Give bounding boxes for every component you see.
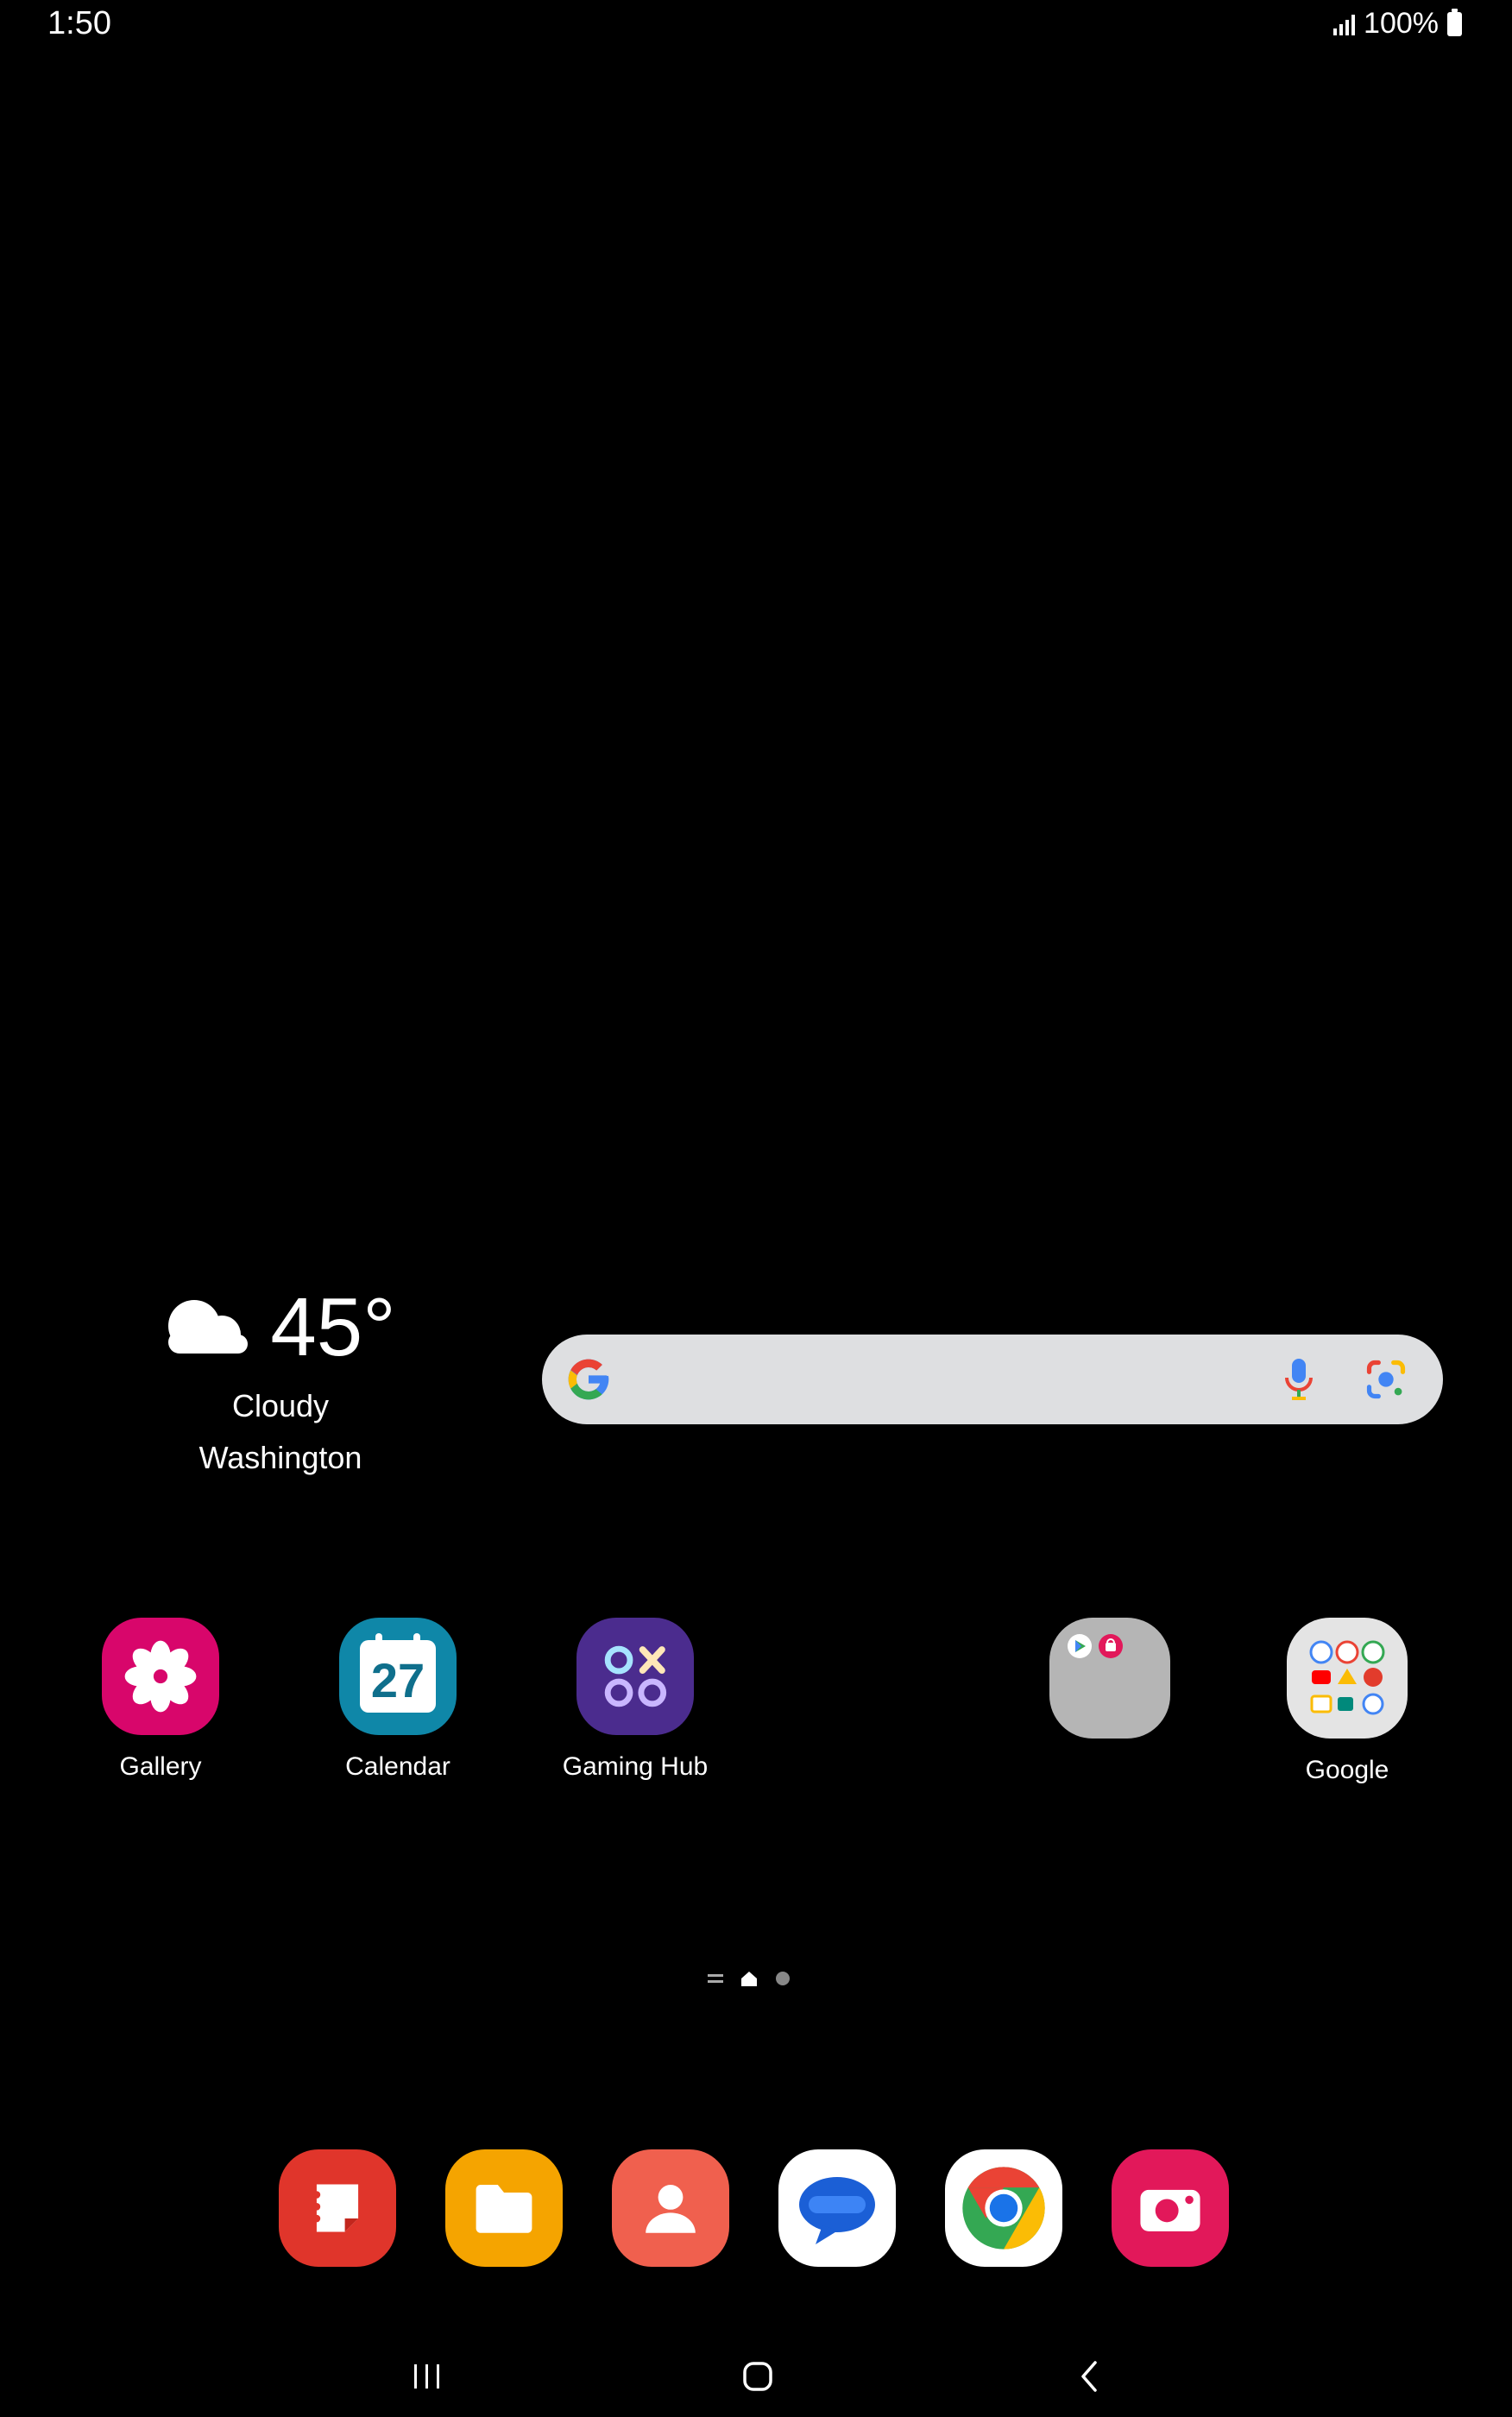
- home-button[interactable]: [723, 2346, 792, 2407]
- camera-icon: [1140, 2189, 1200, 2231]
- app-label: Gaming Hub: [562, 1752, 709, 1781]
- dock-camera[interactable]: [1112, 2149, 1229, 2267]
- weather-widget[interactable]: 45° Cloudy Washington: [129, 1286, 432, 1476]
- weather-condition: Cloudy: [231, 1388, 330, 1423]
- dock-messages[interactable]: [778, 2149, 896, 2267]
- my-files-icon: [476, 2185, 532, 2233]
- page-indicator[interactable]: [708, 1970, 791, 1987]
- gaming-hub-icon: [576, 1618, 694, 1735]
- battery-icon: [1447, 8, 1462, 36]
- messages-icon: [799, 2177, 875, 2244]
- galaxy-store-icon: [1099, 1634, 1123, 1658]
- recent-apps-icon: [414, 2364, 439, 2389]
- app-label: Google: [1305, 1756, 1389, 1784]
- contacts-icon: [646, 2185, 696, 2233]
- folder-icon: [1049, 1618, 1170, 1739]
- gallery-icon: [102, 1618, 219, 1735]
- app-label: Calendar: [345, 1752, 450, 1781]
- microphone-icon[interactable]: [1277, 1355, 1320, 1404]
- weather-temperature: 45°: [270, 1281, 396, 1373]
- samsung-notes-icon: [312, 2184, 359, 2232]
- home-page-icon[interactable]: [740, 1970, 758, 1987]
- menu-page-icon[interactable]: [708, 1972, 723, 1985]
- home-icon: [743, 2362, 772, 2391]
- dock-samsung-notes[interactable]: [279, 2149, 396, 2267]
- app-gallery[interactable]: Gallery: [57, 1618, 264, 1782]
- status-indicators: 100%: [1333, 7, 1462, 41]
- app-google-folder[interactable]: Google: [1244, 1618, 1451, 1785]
- app-calendar[interactable]: 27 Calendar: [294, 1618, 501, 1782]
- dock-chrome[interactable]: [945, 2149, 1062, 2267]
- status-time: 1:50: [47, 5, 111, 41]
- google-folder-icon: [1287, 1618, 1408, 1739]
- back-icon: [1081, 2361, 1097, 2392]
- google-lens-icon[interactable]: [1364, 1357, 1408, 1402]
- calendar-date: 27: [370, 1652, 425, 1707]
- play-store-icon: [1068, 1634, 1092, 1658]
- signal-icon: [1333, 13, 1356, 35]
- recent-apps-button[interactable]: [393, 2346, 462, 2407]
- google-search-bar[interactable]: [542, 1335, 1443, 1424]
- back-button[interactable]: [1055, 2346, 1124, 2407]
- calendar-icon: 27: [339, 1618, 457, 1735]
- google-logo-icon: [568, 1359, 609, 1400]
- battery-percent: 100%: [1364, 7, 1439, 40]
- app-folder[interactable]: [1006, 1618, 1213, 1756]
- page-dot-icon[interactable]: [775, 1971, 791, 1986]
- app-label: Gallery: [119, 1752, 202, 1781]
- cloud-icon: [168, 1300, 249, 1354]
- app-gaming-hub[interactable]: Gaming Hub: [532, 1618, 739, 1782]
- dock-contacts[interactable]: [612, 2149, 729, 2267]
- weather-location: Washington: [198, 1440, 362, 1475]
- dock-my-files[interactable]: [445, 2149, 563, 2267]
- chrome-icon: [962, 2167, 1045, 2250]
